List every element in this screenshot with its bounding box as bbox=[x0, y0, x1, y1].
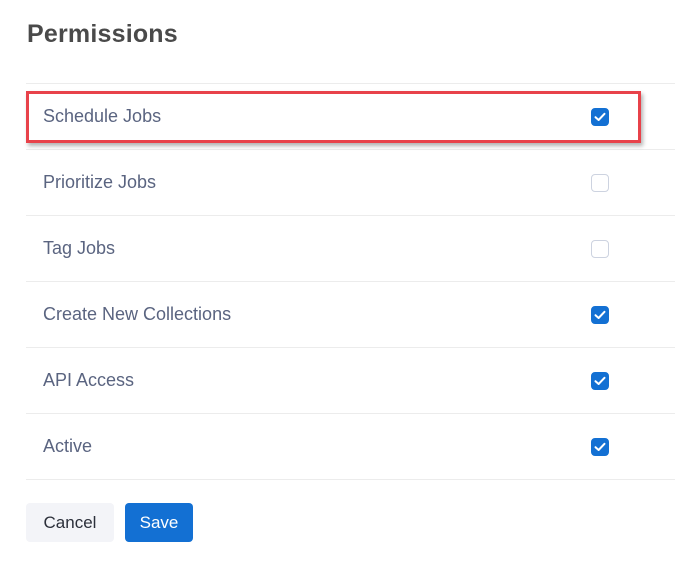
permission-row-schedule-jobs: Schedule Jobs bbox=[26, 84, 675, 150]
checkmark-icon bbox=[594, 442, 606, 451]
permission-label: Prioritize Jobs bbox=[43, 172, 157, 192]
permission-row-create-new-collections: Create New Collections bbox=[26, 282, 675, 348]
save-button[interactable]: Save bbox=[125, 503, 193, 542]
permission-checkbox[interactable] bbox=[591, 438, 609, 456]
permission-row-active: Active bbox=[26, 414, 675, 480]
permission-checkbox[interactable] bbox=[591, 306, 609, 324]
permission-label: Tag Jobs bbox=[43, 238, 116, 258]
permission-label: Schedule Jobs bbox=[43, 106, 162, 126]
checkmark-icon bbox=[594, 376, 606, 385]
permission-label: Active bbox=[43, 436, 93, 456]
page-title: Permissions bbox=[27, 20, 178, 48]
cancel-button[interactable]: Cancel bbox=[26, 503, 114, 542]
permission-checkbox[interactable] bbox=[591, 372, 609, 390]
permission-label: Create New Collections bbox=[43, 304, 232, 324]
permission-checkbox[interactable] bbox=[591, 174, 609, 192]
permissions-list: Schedule Jobs Prioritize Jobs Tag Jobs C… bbox=[26, 83, 675, 480]
checkmark-icon bbox=[594, 112, 606, 121]
permission-checkbox[interactable] bbox=[591, 108, 609, 126]
permission-label: API Access bbox=[43, 370, 135, 390]
permission-checkbox[interactable] bbox=[591, 240, 609, 258]
permission-row-prioritize-jobs: Prioritize Jobs bbox=[26, 150, 675, 216]
permission-row-tag-jobs: Tag Jobs bbox=[26, 216, 675, 282]
permission-row-api-access: API Access bbox=[26, 348, 675, 414]
checkmark-icon bbox=[594, 310, 606, 319]
